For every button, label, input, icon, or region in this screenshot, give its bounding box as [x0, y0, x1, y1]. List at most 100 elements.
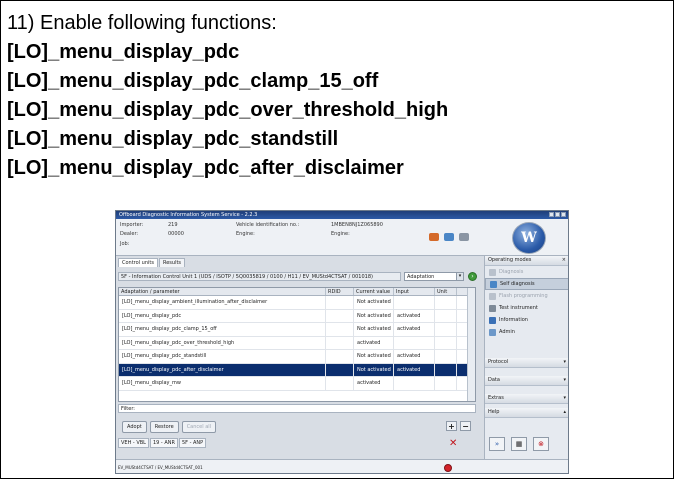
control-unit-path: 5F - Information Control Unit 1 (UDS / I… — [118, 272, 401, 281]
tab-veh[interactable]: VEH - VBL — [118, 438, 149, 448]
input-value[interactable]: activated — [394, 309, 435, 322]
go-button[interactable]: › — [468, 272, 477, 281]
info-icon — [489, 316, 496, 324]
document-frame: 11) Enable following functions: [LO]_men… — [0, 0, 674, 479]
current-value: Not activated — [354, 296, 394, 309]
meter-icon — [489, 304, 496, 312]
current-value: Not activated — [354, 309, 394, 322]
header-toolbar — [429, 233, 469, 241]
panel-buttons: » ▦ ⊗ — [489, 437, 549, 451]
stop-icon[interactable] — [444, 464, 452, 472]
mode-select[interactable]: Adaptation ▾ — [404, 272, 464, 281]
parameter-name: [LO]_menu_display_mw — [119, 377, 326, 390]
person-icon[interactable] — [444, 233, 454, 241]
tab-control-units[interactable]: Control units — [118, 258, 158, 267]
function-name: [LO]_menu_display_pdc — [7, 41, 240, 63]
restore-button[interactable]: Restore — [149, 421, 179, 433]
forward-icon[interactable]: » — [489, 437, 505, 451]
adaptation-table: Adaptation / parameter RDID Current valu… — [118, 287, 476, 402]
connector-icon[interactable] — [459, 233, 469, 241]
diagnosis-icon — [489, 268, 496, 276]
column-header[interactable]: Input — [394, 288, 435, 295]
maximize-button[interactable] — [555, 212, 560, 217]
parameter-name: [LO]_menu_display_pdc — [119, 309, 326, 322]
close-button[interactable] — [561, 212, 566, 217]
table-row[interactable]: [LO]_menu_display_pdc_over_threshold_hig… — [119, 336, 475, 350]
vehicle-header: Importer: 219 Dealer: 00000 Job: Vehicle… — [116, 219, 568, 256]
filter-label: Filter: — [121, 406, 135, 412]
grid-icon[interactable]: ▦ — [511, 437, 527, 451]
mode-item-information[interactable]: Information — [485, 314, 568, 326]
function-name: [LO]_menu_display_pdc_standstill — [7, 128, 339, 150]
chevron-down-icon: ▾ — [456, 273, 463, 280]
column-header[interactable]: Unit — [435, 288, 457, 295]
action-buttons: Adopt Restore Cancel all — [122, 421, 217, 433]
parameter-name: [LO]_menu_display_pdc_standstill — [119, 350, 326, 363]
bottom-tabs: VEH - VBL 19 - ANR 5F - ANP — [118, 438, 207, 448]
input-value[interactable]: activated — [394, 350, 435, 363]
column-header[interactable]: Current value — [354, 288, 394, 295]
tab-5f[interactable]: 5F - ANP — [178, 438, 207, 448]
instruction-block: 11) Enable following functions: [LO]_men… — [7, 9, 448, 183]
input-value[interactable]: activated — [394, 363, 435, 376]
protocol-section[interactable]: Protocol ▾ — [485, 358, 568, 368]
tab-results[interactable]: Results — [158, 258, 186, 267]
adopt-button[interactable]: Adopt — [122, 421, 147, 433]
current-value: activated — [354, 336, 394, 349]
function-name: [LO]_menu_display_pdc_after_disclaimer — [7, 157, 404, 179]
table-row[interactable]: [LO]_menu_display_pdc Not activated acti… — [119, 309, 475, 323]
filter-field[interactable]: Filter: — [118, 404, 476, 413]
current-value: Not activated — [354, 323, 394, 336]
dealer-value: 00000 — [168, 231, 184, 237]
minimize-button[interactable] — [549, 212, 554, 217]
car-icon[interactable] — [429, 233, 439, 241]
input-value[interactable] — [394, 336, 435, 349]
table-header: Adaptation / parameter RDID Current valu… — [119, 288, 475, 296]
cancel-all-button[interactable]: Cancel all — [181, 421, 217, 433]
mode-item-diagnosis[interactable]: Diagnosis — [485, 266, 568, 278]
input-value[interactable]: activated — [394, 323, 435, 336]
main-tabs: Control units Results — [118, 258, 186, 267]
plus-icon[interactable]: + — [446, 421, 457, 431]
input-value[interactable] — [394, 377, 435, 390]
table-scrollbar[interactable] — [467, 288, 475, 401]
minus-icon[interactable]: − — [460, 421, 471, 431]
table-row-selected[interactable]: [LO]_menu_display_pdc_after_disclaimer N… — [119, 363, 475, 377]
mode-item-admin[interactable]: Admin — [485, 326, 568, 338]
table-row[interactable]: [LO]_menu_display_ambient_illumination_a… — [119, 296, 475, 310]
help-section[interactable]: Help ▴ — [485, 408, 568, 418]
vin-value: 1MBEN8NJ1Z065890 — [331, 222, 383, 228]
diagnostic-app-screenshot: Offboard Diagnostic Information System S… — [115, 210, 569, 474]
right-panel: Operating modes × Diagnosis Self diagnosi… — [484, 256, 568, 459]
zoom-controls: + − — [446, 421, 471, 431]
parameter-name: [LO]_menu_display_pdc_over_threshold_hig… — [119, 336, 326, 349]
exit-icon[interactable]: ⊗ — [533, 437, 549, 451]
close-x-icon[interactable]: ✕ — [449, 439, 457, 449]
tab-19[interactable]: 19 - ANR — [149, 438, 178, 448]
table-row[interactable]: [LO]_menu_display_pdc_clamp_15_off Not a… — [119, 323, 475, 337]
column-header[interactable]: Adaptation / parameter — [119, 288, 326, 295]
mode-item-self-diagnosis[interactable]: Self diagnosis — [485, 278, 568, 290]
data-section[interactable]: Data ▾ — [485, 376, 568, 386]
engine-value: Engine: — [331, 231, 350, 237]
mode-item-test-instrument[interactable]: Test instrument — [485, 302, 568, 314]
mode-select-value: Adaptation — [407, 274, 435, 280]
mode-item-flash-programming[interactable]: Flash programming — [485, 290, 568, 302]
table-row[interactable]: [LO]_menu_display_pdc_standstill Not act… — [119, 350, 475, 364]
function-name: [LO]_menu_display_pdc_clamp_15_off — [7, 70, 379, 92]
operating-modes-header[interactable]: Operating modes × — [485, 256, 568, 266]
parameter-name: [LO]_menu_display_pdc_clamp_15_off — [119, 323, 326, 336]
extras-section[interactable]: Extras ▾ — [485, 394, 568, 404]
table-row[interactable]: [LO]_menu_display_mw activated — [119, 377, 475, 391]
column-header[interactable]: RDID — [326, 288, 354, 295]
vw-logo-icon: W — [512, 222, 546, 254]
window-controls — [549, 212, 566, 217]
admin-icon — [489, 328, 496, 336]
window-titlebar: Offboard Diagnostic Information System S… — [116, 211, 568, 219]
input-value[interactable] — [394, 296, 435, 309]
engine-label: Engine: — [236, 231, 255, 237]
parameter-name: [LO]_menu_display_ambient_illumination_a… — [119, 296, 326, 309]
dealer-label: Dealer: — [120, 231, 139, 237]
importer-value: 219 — [168, 222, 178, 228]
vin-label: Vehicle identification no.: — [236, 222, 300, 228]
